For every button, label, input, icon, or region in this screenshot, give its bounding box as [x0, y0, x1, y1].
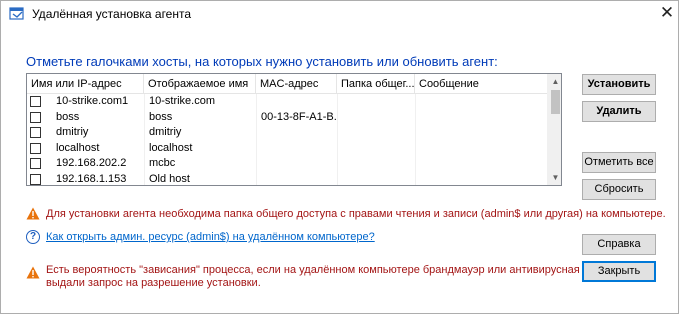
cell-message: [415, 172, 548, 186]
reset-button[interactable]: Сбросить: [582, 179, 656, 200]
row-checkbox[interactable]: [30, 142, 41, 154]
close-button[interactable]: Закрыть: [582, 261, 656, 282]
scroll-down-icon[interactable]: ▼: [548, 170, 561, 185]
install-button[interactable]: Установить: [582, 74, 656, 95]
scroll-up-icon[interactable]: ▲: [548, 74, 561, 89]
help-link[interactable]: Как открыть админ. ресурс (admin$) на уд…: [46, 231, 375, 243]
hang-warning-line2: выдали запрос на разрешение установки.: [46, 277, 261, 289]
cell-host: boss: [56, 110, 80, 123]
cell-mac: [256, 141, 337, 157]
table-row[interactable]: dmitriy dmitriy: [27, 125, 548, 141]
cell-share-folder: [337, 94, 415, 110]
delete-button[interactable]: Удалить: [582, 101, 656, 122]
column-header-mac[interactable]: MAC-адрес: [256, 74, 337, 94]
cell-share-folder: [337, 172, 415, 186]
cell-host: 192.168.202.2: [56, 157, 127, 169]
cell-message: [415, 110, 548, 126]
column-header-display-name[interactable]: Отображаемое имя: [144, 74, 256, 94]
close-icon[interactable]: ✕: [657, 3, 677, 23]
cell-mac: 00-13-8F-A1-B...: [261, 110, 337, 123]
row-checkbox[interactable]: [30, 158, 41, 169]
list-header: Имя или IP-адрес Отображаемое имя MAC-ад…: [27, 74, 548, 94]
table-row[interactable]: 10-strike.com1 10-strike.com: [27, 94, 548, 110]
row-checkbox[interactable]: [30, 127, 41, 138]
table-row[interactable]: 192.168.1.153 Old host: [27, 172, 548, 186]
title-bar: Удалённая установка агента ✕: [1, 1, 678, 27]
warning-triangle-icon: [26, 207, 40, 220]
cell-share-folder: [337, 141, 415, 157]
app-window-icon: [9, 7, 24, 20]
hosts-list[interactable]: Имя или IP-адрес Отображаемое имя MAC-ад…: [26, 73, 562, 186]
cell-display-name: localhost: [149, 141, 193, 154]
share-warning-text: Для установки агента необходима папка об…: [46, 208, 666, 220]
vertical-scrollbar[interactable]: ▲ ▼: [547, 74, 561, 185]
cell-host: dmitriy: [56, 126, 89, 138]
scroll-thumb[interactable]: [551, 90, 560, 114]
row-checkbox[interactable]: [30, 173, 41, 185]
table-row[interactable]: localhost localhost: [27, 141, 548, 157]
cell-display-name: Old host: [149, 172, 190, 185]
cell-share-folder: [337, 156, 415, 172]
list-body: 10-strike.com1 10-strike.com boss boss 0…: [27, 94, 548, 186]
cell-display-name: boss: [149, 110, 173, 123]
window-title: Удалённая установка агента: [32, 7, 192, 21]
cell-host: localhost: [56, 141, 100, 154]
cell-host: 192.168.1.153: [56, 172, 127, 185]
cell-message: [415, 156, 548, 172]
cell-share-folder: [337, 110, 415, 126]
instruction-heading: Отметьте галочками хосты, на которых нуж…: [26, 54, 498, 69]
cell-mac: [256, 156, 337, 172]
cell-host: 10-strike.com1: [56, 95, 129, 107]
cell-mac: [256, 94, 337, 110]
row-checkbox[interactable]: [30, 111, 41, 123]
cell-mac: [256, 172, 337, 186]
row-checkbox[interactable]: [30, 96, 41, 107]
dialog-window: Удалённая установка агента ✕ Отметьте га…: [0, 0, 679, 314]
cell-message: [415, 141, 548, 157]
cell-display-name: 10-strike.com: [149, 95, 216, 107]
check-all-button[interactable]: Отметить все: [582, 152, 656, 173]
cell-mac: [256, 125, 337, 141]
table-row[interactable]: boss boss 00-13-8F-A1-B...: [27, 110, 548, 126]
cell-display-name: mcbc: [149, 157, 176, 169]
cell-share-folder: [337, 125, 415, 141]
column-header-host[interactable]: Имя или IP-адрес: [27, 74, 144, 94]
warning-triangle-icon: [26, 266, 40, 279]
table-row[interactable]: 192.168.202.2 mcbc: [27, 156, 548, 172]
cell-display-name: dmitriy: [149, 126, 182, 138]
cell-message: [415, 94, 548, 110]
help-button[interactable]: Справка: [582, 234, 656, 255]
column-header-share-folder[interactable]: Папка общег...: [337, 74, 415, 94]
hang-warning-line1: Есть вероятность "зависания" процесса, е…: [46, 264, 639, 276]
cell-message: [415, 125, 548, 141]
column-header-message[interactable]: Сообщение: [415, 74, 548, 94]
help-circle-icon[interactable]: ?: [26, 230, 40, 244]
